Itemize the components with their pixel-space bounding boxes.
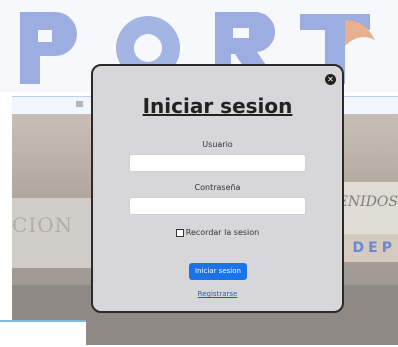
- remember-checkbox[interactable]: [175, 228, 184, 237]
- password-input[interactable]: [129, 197, 306, 215]
- remember-session[interactable]: Recordar la sesion: [93, 228, 342, 237]
- password-label: Contraseña: [194, 183, 241, 192]
- modal-title: Iniciar sesion: [142, 94, 293, 118]
- username-input[interactable]: [129, 154, 306, 172]
- register-link[interactable]: Registrarse: [93, 290, 342, 298]
- login-modal: ✕ Iniciar sesion Usuario Contraseña Reco…: [91, 64, 344, 313]
- login-button[interactable]: Iniciar sesion: [189, 263, 247, 280]
- close-icon[interactable]: ✕: [325, 74, 336, 85]
- remember-label: Recordar la sesion: [185, 228, 260, 237]
- username-label: Usuario: [202, 140, 233, 149]
